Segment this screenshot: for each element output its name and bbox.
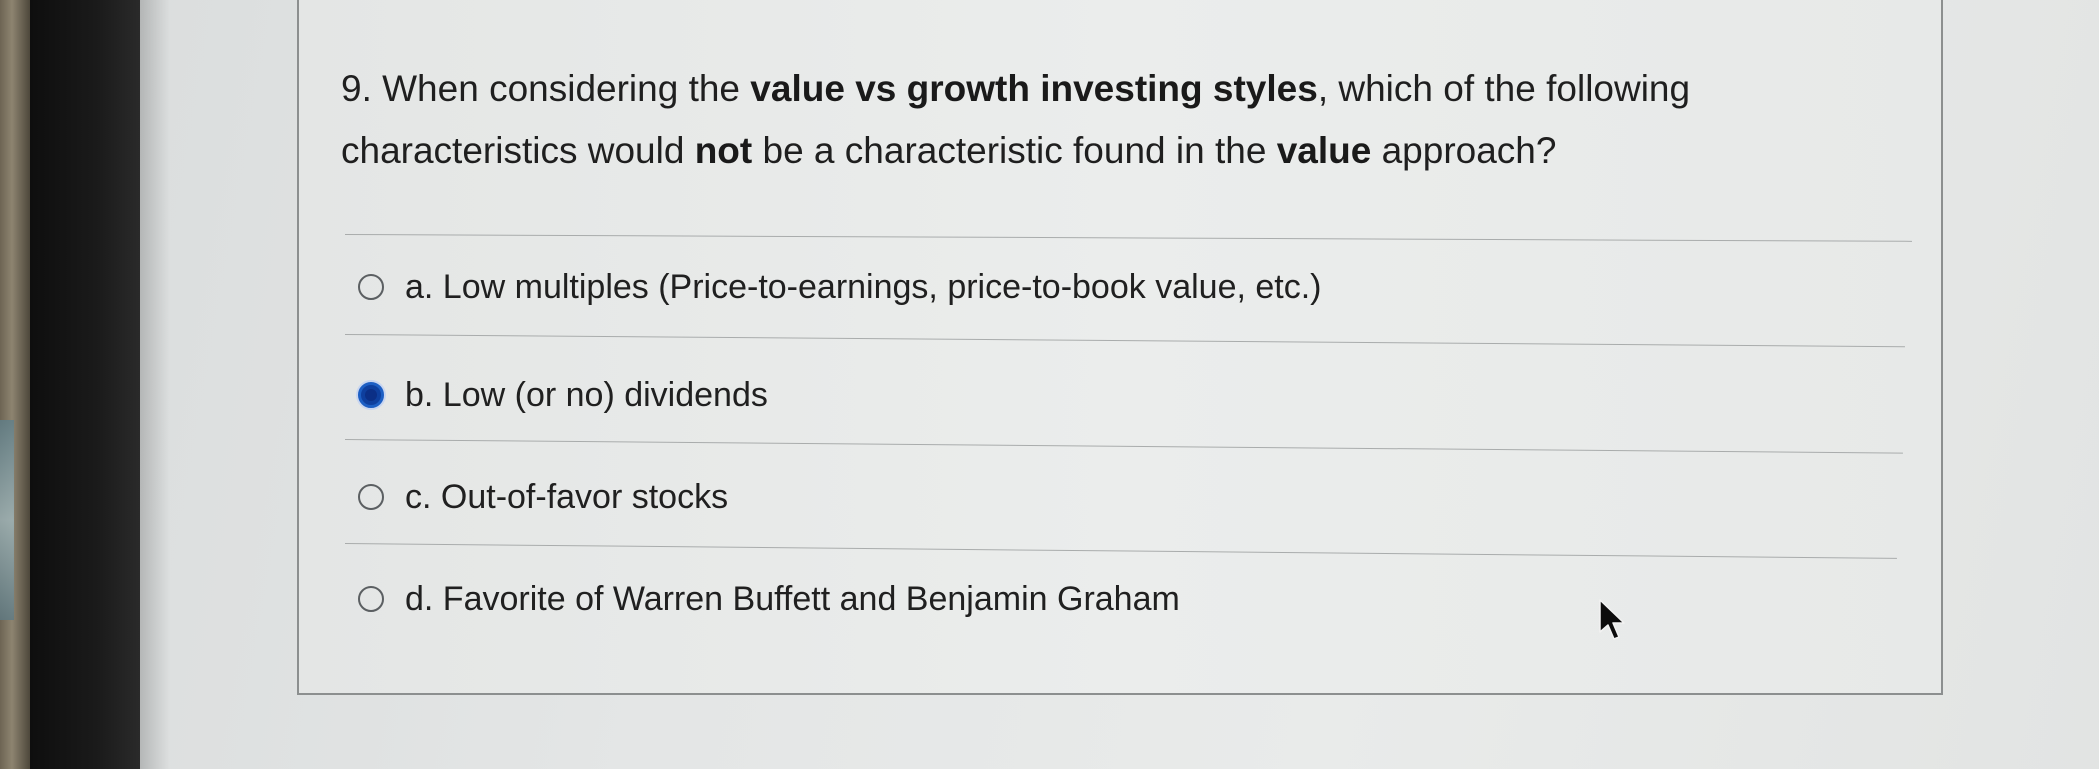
radio-unselected-icon[interactable]	[358, 484, 384, 510]
answer-option-d[interactable]: d. Favorite of Warren Buffett and Benjam…	[358, 574, 1180, 624]
question-emphasis: value	[1276, 130, 1372, 171]
option-label: d. Favorite of Warren Buffett and Benjam…	[405, 579, 1180, 618]
question-emphasis: not	[694, 130, 753, 171]
question-part: 9. When considering the	[341, 68, 751, 109]
background-reflection	[0, 420, 14, 620]
answer-option-a[interactable]: a. Low multiples (Price-to-earnings, pri…	[358, 262, 1322, 312]
screen-edge-shadow	[140, 0, 170, 769]
question-part: approach?	[1371, 130, 1557, 171]
answer-option-b[interactable]: b. Low (or no) dividends	[358, 370, 768, 420]
radio-unselected-icon[interactable]	[358, 586, 384, 612]
radio-unselected-icon[interactable]	[358, 274, 384, 300]
question-part: be a characteristic found in the	[752, 130, 1277, 171]
monitor-frame	[0, 0, 30, 769]
question-text: 9. When considering the value vs growth …	[341, 58, 1881, 182]
mouse-pointer-icon	[1599, 599, 1625, 640]
answer-option-c[interactable]: c. Out-of-favor stocks	[358, 472, 728, 522]
monitor-bezel	[30, 0, 140, 769]
option-label: a. Low multiples (Price-to-earnings, pri…	[405, 267, 1322, 306]
question-emphasis: value vs growth investing styles	[750, 68, 1318, 109]
photo-of-screen: 9. When considering the value vs growth …	[0, 0, 2099, 769]
option-label: c. Out-of-favor stocks	[405, 477, 729, 516]
radio-selected-icon[interactable]	[358, 382, 384, 408]
option-label: b. Low (or no) dividends	[405, 375, 768, 414]
